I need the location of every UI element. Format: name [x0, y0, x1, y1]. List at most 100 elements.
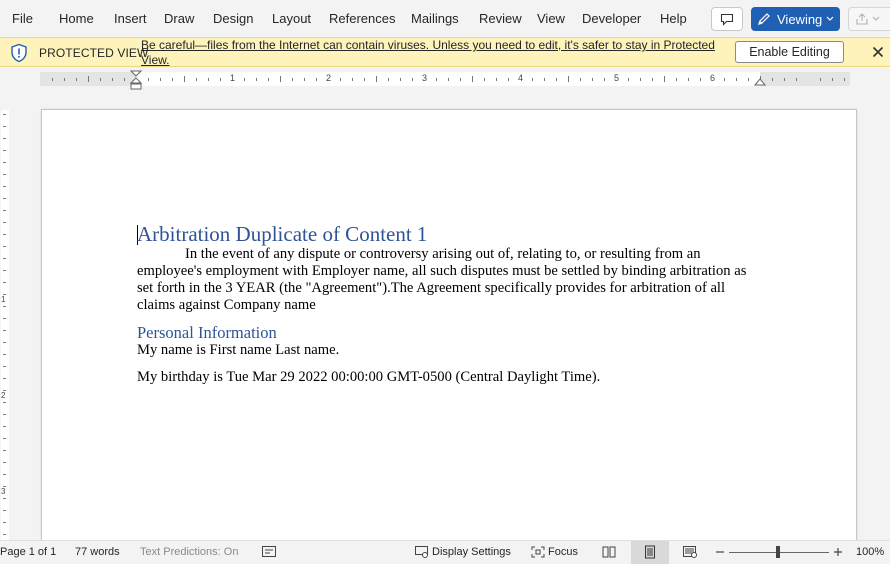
ruler-tick	[3, 282, 6, 283]
ruler-tick	[436, 78, 437, 81]
tab-layout[interactable]: Layout	[272, 11, 311, 26]
ruler-tick	[628, 78, 629, 81]
ruler-tick	[124, 78, 125, 81]
ruler-tick	[304, 78, 305, 81]
text-predictions-status[interactable]: Text Predictions: On	[140, 546, 238, 558]
viewing-mode-button[interactable]: Viewing	[751, 7, 840, 31]
pencil-view-icon	[758, 13, 770, 25]
protected-view-message-link[interactable]: Be careful—files from the Internet can c…	[141, 38, 721, 68]
tab-review[interactable]: Review	[479, 11, 522, 26]
tab-design[interactable]: Design	[213, 11, 253, 26]
word-count[interactable]: 77 words	[75, 546, 120, 558]
protected-view-label: PROTECTED VIEW	[39, 46, 149, 60]
ruler-tick	[3, 138, 6, 139]
tab-help[interactable]: Help	[660, 11, 687, 26]
zoom-slider-thumb[interactable]	[776, 546, 780, 558]
ruler-tick	[388, 78, 389, 81]
ruler-tick	[376, 76, 377, 82]
ruler-tick	[472, 76, 473, 82]
share-button[interactable]	[848, 7, 890, 31]
zoom-out-icon[interactable]	[713, 545, 729, 559]
ruler-tick	[460, 78, 461, 81]
tab-view[interactable]: View	[537, 11, 565, 26]
right-indent-marker-icon[interactable]	[754, 76, 766, 86]
ruler-tick	[772, 78, 773, 81]
ruler-tick	[748, 78, 749, 81]
ruler-tick	[676, 78, 677, 81]
viewing-label: Viewing	[777, 11, 823, 27]
ruler-tick	[352, 78, 353, 81]
ruler-tick	[3, 534, 6, 535]
ruler-tick	[796, 78, 797, 81]
indent-marker-icon[interactable]	[130, 70, 142, 90]
tab-file[interactable]: File	[12, 11, 33, 26]
focus-button[interactable]: Focus	[548, 546, 578, 558]
ruler-tick	[292, 78, 293, 81]
ruler-tick	[76, 78, 77, 81]
ruler-number: 2	[326, 73, 332, 83]
ruler-tick	[220, 78, 221, 81]
ruler-tick	[364, 78, 365, 81]
ruler-tick	[3, 330, 6, 331]
tab-developer[interactable]: Developer	[582, 11, 641, 26]
ruler-number: 1	[1, 295, 6, 304]
ruler-tick	[448, 78, 449, 81]
ruler-tick	[556, 78, 557, 81]
ruler-tick	[3, 318, 6, 319]
protected-view-bar: PROTECTED VIEW Be careful—files from the…	[0, 37, 890, 67]
ruler-tick	[3, 342, 6, 343]
ruler-tick	[3, 114, 6, 115]
display-settings-button[interactable]: Display Settings	[432, 546, 511, 558]
ruler-tick	[604, 78, 605, 81]
focus-icon[interactable]	[530, 545, 546, 559]
zoom-level[interactable]: 100%	[856, 546, 884, 558]
web-layout-icon[interactable]	[682, 545, 698, 559]
ruler-number: 1	[230, 73, 236, 83]
enable-editing-button[interactable]: Enable Editing	[735, 41, 844, 63]
ruler-tick	[412, 78, 413, 81]
accessibility-icon[interactable]	[261, 545, 277, 559]
ruler-tick	[3, 294, 6, 295]
ruler-number: 3	[422, 73, 428, 83]
ruler-tick	[208, 78, 209, 81]
ruler-tick	[3, 150, 6, 151]
page-count[interactable]: Page 1 of 1	[0, 546, 56, 558]
read-mode-icon[interactable]	[601, 545, 617, 559]
ruler-tick	[3, 450, 6, 451]
ruler-tick	[160, 78, 161, 81]
ruler-tick	[3, 378, 6, 379]
horizontal-ruler[interactable]: 1 2 3 4 5 6	[0, 68, 890, 90]
tab-references[interactable]: References	[329, 11, 395, 26]
ruler-tick	[700, 78, 701, 81]
ruler-tick	[3, 462, 6, 463]
ruler-tick	[688, 78, 689, 81]
ruler-tick	[256, 78, 257, 81]
ruler-tick	[3, 402, 6, 403]
close-icon[interactable]	[870, 44, 886, 60]
ruler-tick	[844, 78, 845, 81]
ruler-tick	[544, 78, 545, 81]
tab-home[interactable]: Home	[59, 11, 94, 26]
document-body[interactable]: Arbitration Duplicate of Content 1 In th…	[137, 222, 757, 396]
ruler-tick	[736, 78, 737, 81]
ruler-tick	[3, 390, 6, 391]
tab-insert[interactable]: Insert	[114, 11, 147, 26]
chevron-down-icon	[872, 16, 880, 21]
tab-draw[interactable]: Draw	[164, 11, 194, 26]
comment-icon	[720, 13, 734, 26]
ruler-tick	[3, 438, 6, 439]
display-settings-icon[interactable]	[414, 545, 430, 559]
tab-mailings[interactable]: Mailings	[411, 11, 459, 26]
ruler-tick	[652, 78, 653, 81]
ruler-tick	[640, 78, 641, 81]
zoom-in-icon[interactable]	[831, 545, 847, 559]
ruler-tick	[148, 78, 149, 81]
ruler-tick	[172, 78, 173, 81]
print-layout-icon[interactable]	[642, 545, 658, 559]
ruler-tick	[3, 522, 6, 523]
ruler-number: 4	[518, 73, 524, 83]
comments-button[interactable]	[711, 7, 743, 31]
ruler-tick	[580, 78, 581, 81]
ruler-tick	[568, 76, 569, 82]
ruler-tick	[100, 78, 101, 81]
